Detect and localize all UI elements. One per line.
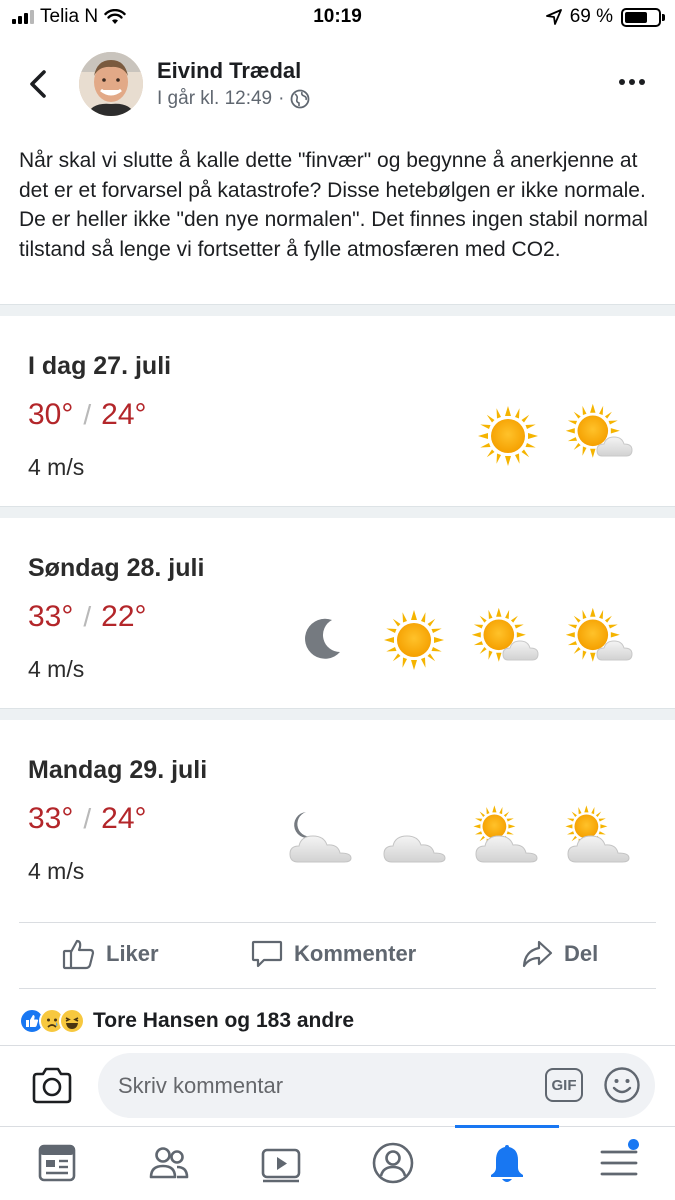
post-meta: I går kl. 12:49 · (157, 88, 310, 110)
comment-label: Kommenter (294, 941, 417, 966)
post-header: Eivind Trædal I går kl. 12:49 · (0, 50, 675, 122)
news-feed-icon[interactable] (35, 1141, 79, 1185)
forecast-low: 22° (101, 600, 147, 633)
forecast-day-title: Mandag 29. juli (28, 756, 208, 784)
share-button[interactable]: Del (520, 938, 598, 970)
forecast-slash: / (83, 803, 92, 834)
author-name[interactable]: Eivind Trædal (157, 58, 301, 84)
sun-cloud-large-icon (565, 805, 630, 863)
menu-notification-dot (628, 1139, 639, 1150)
post-text: Når skal vi slutte å kalle dette "finvær… (19, 149, 648, 261)
camera-icon[interactable] (30, 1066, 74, 1106)
thumbs-up-icon (62, 939, 95, 970)
forecast-wind: 4 m/s (28, 454, 85, 480)
sun-cloud-icon (566, 404, 633, 458)
battery-percent: 69 % (569, 6, 613, 27)
divider (19, 988, 656, 989)
notifications-icon[interactable] (485, 1141, 529, 1185)
reactions-summary[interactable]: Tore Hansen og 183 andre (19, 1008, 354, 1034)
post-actions: Liker Kommenter Del (0, 924, 675, 988)
divider (19, 922, 656, 923)
comment-button[interactable]: Kommenter (250, 938, 416, 970)
globe-icon (291, 89, 310, 109)
back-arrow-icon[interactable] (24, 66, 54, 102)
like-label: Liker (106, 941, 159, 966)
forecast-separator (0, 506, 675, 518)
forecast-high: 30° (28, 398, 74, 431)
forecast-high: 33° (28, 802, 74, 835)
sun-cloud-large-icon (473, 805, 538, 863)
forecast-day-card: I dag 27. juli 30° / 24° 4 m/s (0, 316, 675, 506)
forecast-day-title: I dag 27. juli (28, 352, 172, 380)
share-label: Del (564, 941, 599, 966)
forecast-wind: 4 m/s (28, 858, 85, 884)
meta-separator: · (278, 88, 285, 109)
bottom-tab-bar (0, 1125, 675, 1200)
share-arrow-icon (522, 940, 553, 968)
sun-cloud-icon (472, 608, 539, 662)
forecast-separator (0, 304, 675, 316)
comment-input[interactable] (118, 1053, 518, 1118)
location-arrow-icon (545, 9, 562, 25)
avatar-portrait (79, 52, 143, 116)
forecast-image[interactable]: I dag 27. juli 30° / 24° 4 m/s Søndag 28… (0, 304, 675, 910)
forecast-wind: 4 m/s (28, 656, 85, 682)
forecast-low: 24° (101, 802, 147, 835)
battery-icon (621, 7, 665, 27)
divider (0, 1045, 675, 1046)
menu-button[interactable] (597, 1139, 641, 1185)
status-right: 69 % (545, 6, 665, 28)
sun-icon (478, 406, 538, 466)
haha-reaction-icon (59, 1008, 85, 1034)
forecast-day-card: Mandag 29. juli 33° / 24° 4 m/s (0, 720, 675, 910)
forecast-low: 24° (101, 398, 147, 431)
more-options-icon[interactable] (619, 76, 649, 88)
forecast-slash: / (83, 399, 92, 430)
cloud-icon (383, 835, 446, 863)
moon-icon (305, 618, 340, 659)
reactions-summary-text[interactable]: Tore Hansen og 183 andre (93, 1009, 354, 1033)
active-tab-indicator (455, 1125, 559, 1128)
moon-cloud-icon (289, 812, 352, 863)
forecast-separator (0, 708, 675, 720)
sun-icon (384, 610, 444, 670)
forecast-day-card: Søndag 28. juli 33° / 22° 4 m/s (0, 518, 675, 708)
avatar[interactable] (79, 52, 143, 116)
gif-button[interactable]: GIF (545, 1068, 583, 1102)
comment-bubble-icon (251, 940, 283, 968)
forecast-temps: 33° / 22° (28, 600, 147, 634)
watch-icon[interactable] (259, 1141, 303, 1185)
emoji-icon[interactable] (603, 1066, 641, 1104)
post-timestamp[interactable]: I går kl. 12:49 (157, 88, 272, 110)
sun-cloud-icon (566, 608, 633, 662)
status-bar: Telia N 10:19 69 % (0, 0, 675, 38)
forecast-temps: 33° / 24° (28, 802, 147, 836)
comment-box[interactable]: GIF (98, 1053, 655, 1118)
forecast-high: 33° (28, 600, 74, 633)
like-button[interactable]: Liker (62, 938, 159, 970)
friends-icon[interactable] (147, 1141, 191, 1185)
forecast-day-title: Søndag 28. juli (28, 554, 205, 582)
forecast-slash: / (83, 601, 92, 632)
forecast-temps: 30° / 24° (28, 398, 147, 432)
profile-icon[interactable] (371, 1141, 415, 1185)
